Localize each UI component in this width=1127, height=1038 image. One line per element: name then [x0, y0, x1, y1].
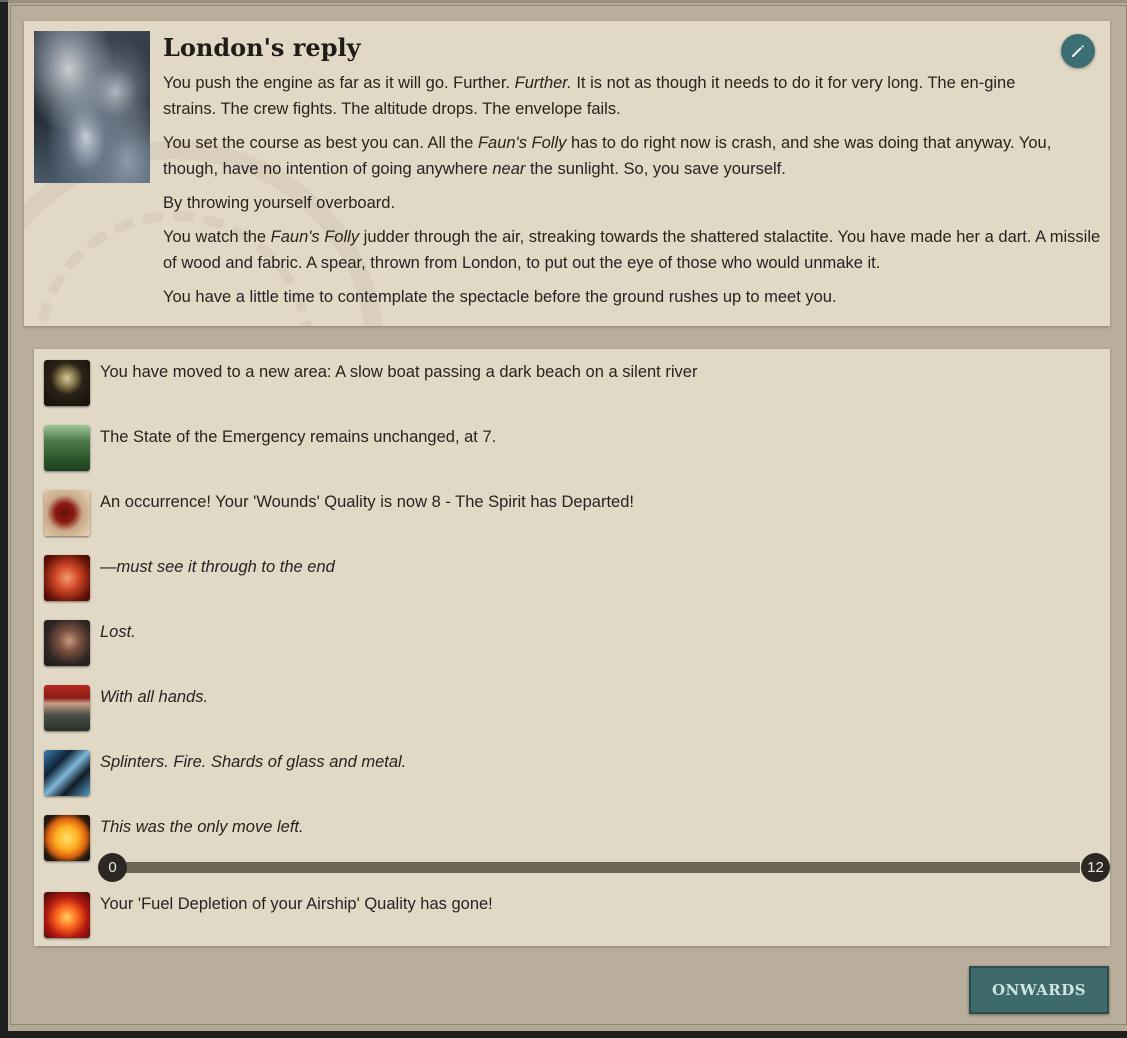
- paragraph-text: You have a little time to contemplate th…: [163, 288, 837, 306]
- sun-icon: [44, 815, 90, 861]
- result-text: An occurrence! Your 'Wounds' Quality is …: [100, 493, 634, 511]
- result-item: The State of the Emergency remains uncha…: [44, 425, 1104, 471]
- story-paragraph: You have a little time to contemplate th…: [163, 284, 1103, 310]
- story-title: London's reply: [163, 33, 361, 62]
- progress-max-label: 12: [1081, 853, 1110, 882]
- progress-track: [126, 862, 1080, 873]
- result-text: —must see it through to the end: [100, 558, 335, 576]
- progress-min-label: 0: [98, 853, 127, 882]
- result-text: Your 'Fuel Depletion of your Airship' Qu…: [100, 895, 493, 913]
- furnace-icon: [44, 892, 90, 938]
- emphasis-text: near: [492, 160, 526, 178]
- story-paragraph: You set the course as best you can. All …: [163, 130, 1103, 182]
- blood-splatter-icon: [44, 490, 90, 536]
- result-text: With all hands.: [100, 688, 209, 706]
- emphasis-text: Further.: [514, 74, 572, 92]
- result-text: Splinters. Fire. Shards of glass and met…: [100, 753, 407, 771]
- story-paragraph: You watch the Faun's Folly judder throug…: [163, 224, 1103, 276]
- results-panel: You have moved to a new area: A slow boa…: [34, 349, 1110, 946]
- skeleton-icon: [44, 360, 90, 406]
- story-body: You push the engine as far as it will go…: [163, 70, 1103, 318]
- paragraph-text: You watch the: [163, 228, 271, 246]
- paragraph-text: By throwing yourself overboard.: [163, 194, 396, 212]
- forest-icon: [44, 425, 90, 471]
- edit-button[interactable]: [1061, 34, 1095, 68]
- paragraph-text: You set the course as best you can. All …: [163, 134, 478, 152]
- main-frame: London's reply You push the engine as fa…: [8, 0, 1127, 1031]
- sailor-icon: [44, 685, 90, 731]
- story-paragraph: By throwing yourself overboard.: [163, 190, 1103, 216]
- storm-clouds-image: [34, 31, 150, 183]
- paragraph-text: the sunlight. So, you save yourself.: [525, 160, 786, 178]
- result-text: The State of the Emergency remains uncha…: [100, 428, 497, 446]
- result-item: This was the only move left. 0 12: [44, 815, 1110, 882]
- result-item: Splinters. Fire. Shards of glass and met…: [44, 750, 1104, 796]
- story-paragraph: You push the engine as far as it will go…: [163, 70, 1058, 122]
- result-text: This was the only move left.: [100, 818, 304, 836]
- result-item: Your 'Fuel Depletion of your Airship' Qu…: [44, 892, 1104, 938]
- result-item: You have moved to a new area: A slow boa…: [44, 360, 1104, 406]
- story-panel: London's reply You push the engine as fa…: [24, 21, 1110, 326]
- shattered-glass-icon: [44, 750, 90, 796]
- clenched-fist-icon: [44, 555, 90, 601]
- result-text: You have moved to a new area: A slow boa…: [100, 363, 698, 381]
- scarred-man-icon: [44, 620, 90, 666]
- progress-bar: 0 12: [98, 852, 1110, 882]
- result-item: —must see it through to the end: [44, 555, 1104, 601]
- result-item: With all hands.: [44, 685, 1104, 731]
- pencil-icon: [1072, 45, 1084, 57]
- onwards-button[interactable]: ONWARDS: [969, 966, 1109, 1014]
- emphasis-text: Faun's Folly: [270, 228, 360, 246]
- emphasis-text: Faun's Folly: [477, 134, 567, 152]
- result-item: An occurrence! Your 'Wounds' Quality is …: [44, 490, 1104, 536]
- paragraph-text: You push the engine as far as it will go…: [163, 74, 515, 92]
- result-text: Lost.: [100, 623, 136, 641]
- result-item: Lost.: [44, 620, 1104, 666]
